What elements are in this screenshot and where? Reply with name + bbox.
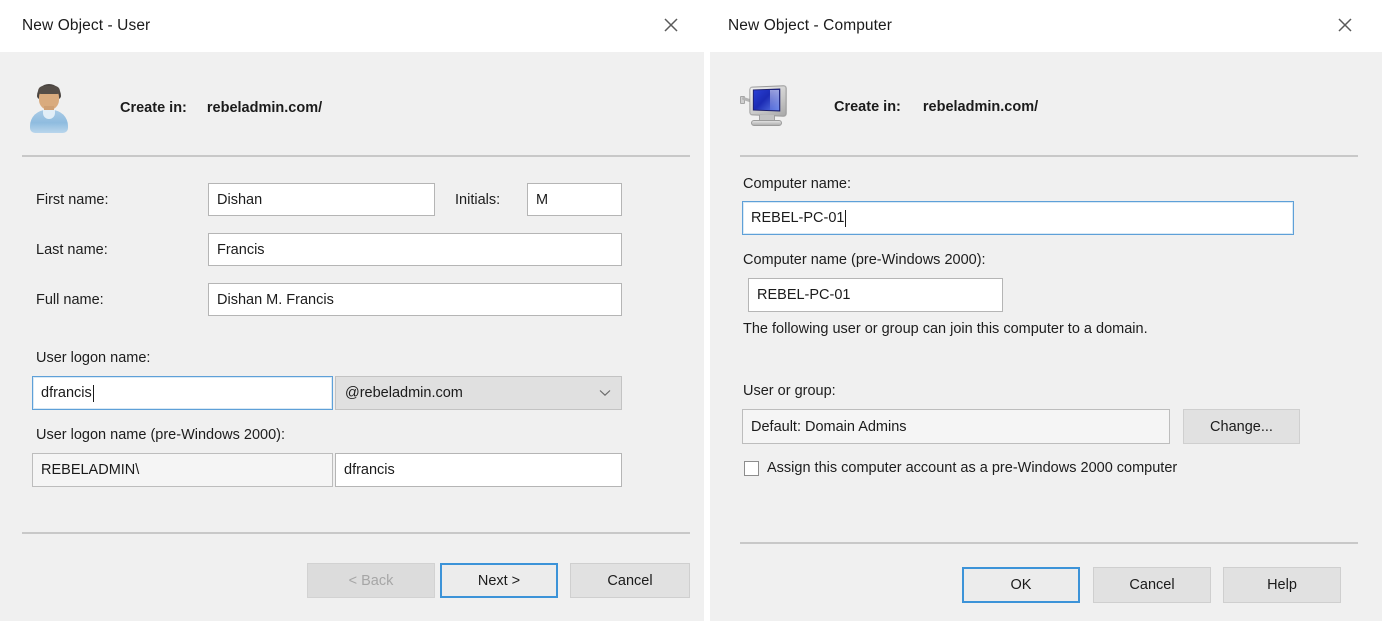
computer-dialog-body: Create in: rebeladmin.com/ Computer name… [710,52,1382,621]
assign-pre2000-checkbox-row[interactable]: Assign this computer account as a pre-Wi… [744,460,1177,476]
sam-account-input[interactable]: dfrancis [335,453,622,487]
create-in-value: rebeladmin.com/ [206,100,323,116]
computer-footer-divider [740,542,1358,544]
last-name-label: Last name: [36,242,108,258]
user-logon-pre2000-label: User logon name (pre-Windows 2000): [36,427,286,443]
computer-dialog-title: New Object - Computer [728,17,893,34]
computer-name-value: REBEL-PC-01 [751,210,845,226]
initials-input[interactable]: M [527,183,622,216]
initials-label: Initials: [455,192,501,208]
change-button[interactable]: Change... [1183,409,1300,444]
computer-name-label: Computer name: [743,176,851,192]
assign-pre2000-label: Assign this computer account as a pre-Wi… [767,460,1178,476]
text-caret [845,209,847,227]
create-in-label: Create in: [834,99,901,115]
domain-prefix-input: REBELADMIN\ [32,453,333,487]
upn-suffix-value: @rebeladmin.com [345,385,463,401]
user-dialog-title: New Object - User [22,17,151,34]
next-button[interactable]: Next > [440,563,558,598]
close-icon[interactable] [648,0,694,50]
create-in-label: Create in: [120,100,187,116]
computer-name-input[interactable]: REBEL-PC-01 [742,201,1294,235]
last-name-input[interactable]: Francis [208,233,622,266]
user-logon-name-value: dfrancis [41,385,92,401]
user-or-group-label: User or group: [743,383,836,399]
first-name-input[interactable]: Dishan [208,183,435,216]
user-footer-divider [22,532,690,534]
user-create-in-row: Create in: rebeladmin.com/ [26,82,322,134]
user-logon-name-label: User logon name: [36,350,151,366]
computer-create-in-row: Create in: rebeladmin.com/ [740,84,1038,130]
user-icon [26,82,72,134]
help-button[interactable]: Help [1223,567,1341,603]
computer-dialog-titlebar: New Object - Computer [710,0,1382,52]
first-name-label: First name: [36,192,109,208]
cancel-button[interactable]: Cancel [570,563,690,598]
computer-header-divider [740,155,1358,157]
user-header-divider [22,155,690,157]
full-name-label: Full name: [36,292,104,308]
user-dialog-titlebar: New Object - User [0,0,704,52]
ok-button[interactable]: OK [962,567,1080,603]
back-button[interactable]: < Back [307,563,435,598]
computer-name-pre2000-input[interactable]: REBEL-PC-01 [748,278,1003,312]
screenshot-stage: New Object - User Create in: rebeladmin.… [0,0,1382,621]
assign-pre2000-checkbox[interactable] [744,460,759,476]
create-in-value: rebeladmin.com/ [922,99,1039,115]
user-logon-name-input[interactable]: dfrancis [32,376,333,410]
upn-suffix-dropdown[interactable]: @rebeladmin.com [335,376,622,410]
computer-name-pre2000-label: Computer name (pre-Windows 2000): [743,252,986,268]
chevron-down-icon [599,385,611,401]
user-or-group-input: Default: Domain Admins [742,409,1170,444]
cancel-button[interactable]: Cancel [1093,567,1211,603]
full-name-input[interactable]: Dishan M. Francis [208,283,622,316]
computer-icon [740,84,792,130]
new-object-user-dialog: New Object - User Create in: rebeladmin.… [0,0,704,621]
text-caret [92,384,94,402]
user-dialog-body: Create in: rebeladmin.com/ First name: D… [0,52,704,621]
close-icon[interactable] [1322,0,1368,50]
join-domain-hint: The following user or group can join thi… [743,321,1148,337]
new-object-computer-dialog: New Object - Computer Create in: rebelad… [710,0,1382,621]
